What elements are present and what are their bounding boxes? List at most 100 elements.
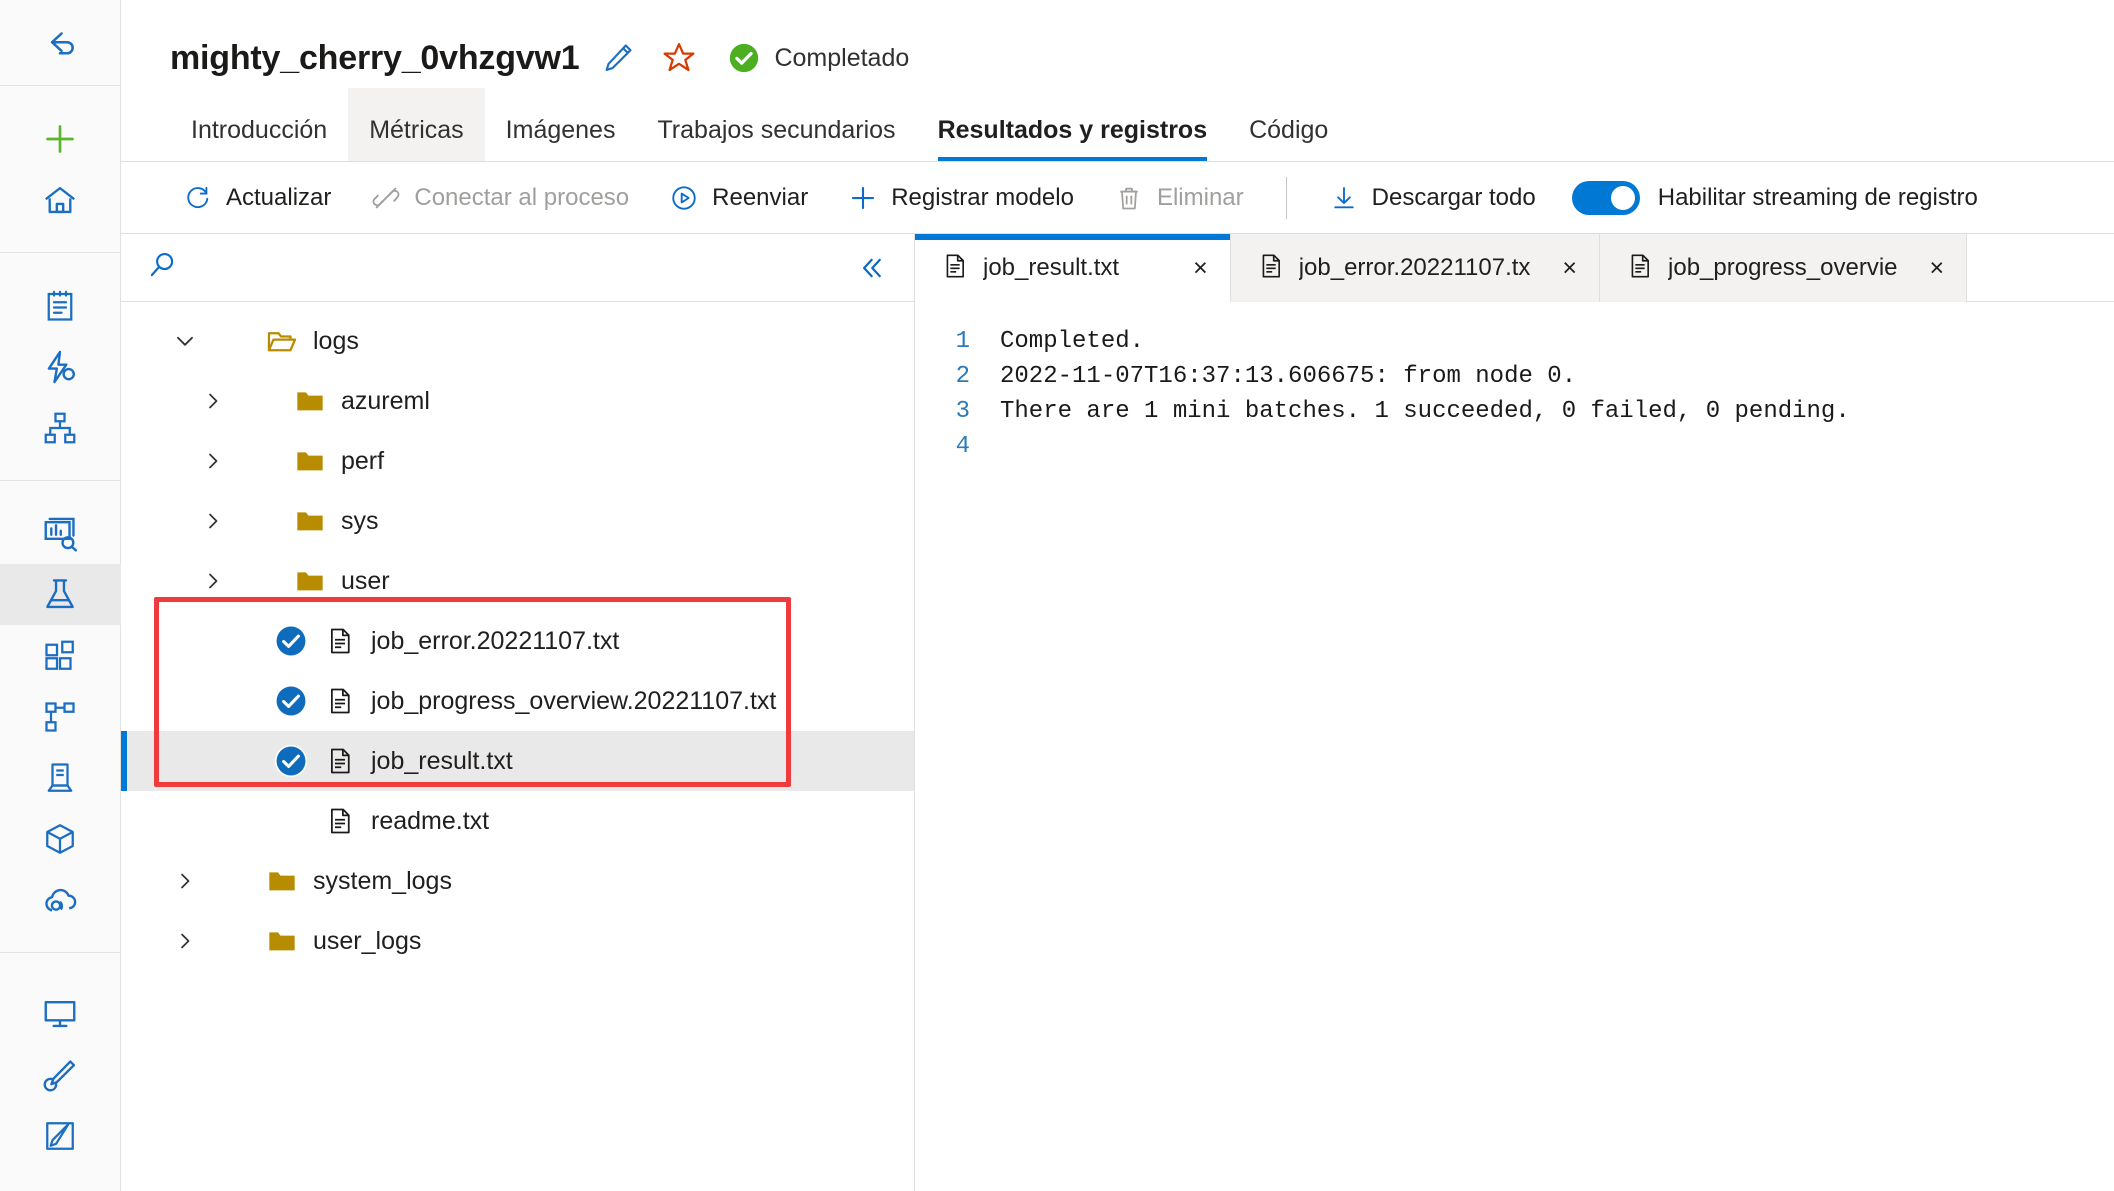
endpoints-cloud-icon[interactable] [0, 869, 121, 930]
environments-icon[interactable] [0, 747, 121, 808]
notebooks-icon[interactable] [0, 275, 121, 336]
file-checkbox-checked[interactable] [265, 684, 317, 718]
register-model-label: Registrar modelo [891, 183, 1074, 211]
line-text: There are 1 mini batches. 1 succeeded, 0… [1000, 398, 1850, 425]
automated-ml-icon[interactable] [0, 336, 121, 397]
folder-icon [287, 385, 333, 417]
data-monitor-icon[interactable] [0, 503, 121, 564]
designer-icon[interactable] [0, 397, 121, 458]
double-chevron-left-icon[interactable] [844, 253, 886, 283]
chevron-right-icon[interactable] [163, 929, 207, 953]
download-all-button[interactable]: Descargar todo [1309, 172, 1556, 224]
chevron-right-icon[interactable] [163, 869, 207, 893]
tree-node-job-progress-overview[interactable]: job_progress_overview.20221107.txt [121, 671, 914, 731]
tree-node-label: user [341, 566, 390, 595]
tree-node-logs[interactable]: logs [121, 311, 914, 371]
chevron-right-icon[interactable] [191, 389, 235, 413]
delete-label: Eliminar [1156, 183, 1244, 211]
tree-node-azureml[interactable]: azureml [121, 371, 914, 431]
home-icon[interactable] [0, 169, 121, 230]
line-number: 2 [955, 363, 970, 390]
jobs-flask-icon[interactable] [0, 564, 121, 625]
refresh-icon [183, 183, 213, 213]
file-checkbox-checked[interactable] [265, 744, 317, 778]
log-content: 1 Completed. 2 2022-11-07T16:37:13.60667… [915, 302, 2114, 1191]
tab-trabajos-secundarios[interactable]: Trabajos secundarios [636, 88, 916, 162]
tree-node-label: job_result.txt [371, 746, 513, 775]
delete-button[interactable]: Eliminar [1094, 172, 1264, 224]
tree-node-system-logs[interactable]: system_logs [121, 851, 914, 911]
tree-node-label: user_logs [313, 926, 422, 955]
close-icon[interactable]: × [1133, 255, 1208, 281]
tab-label: Introducción [191, 116, 328, 144]
log-viewer-panel: job_result.txt × job_error.20221107.tx × [915, 234, 2114, 1191]
folder-icon [287, 445, 333, 477]
search-input[interactable] [195, 253, 844, 282]
log-line: 4 [915, 429, 2114, 464]
close-icon[interactable]: × [1912, 255, 1945, 281]
page-header: mighty_cherry_0vhzgvw1 Completado [121, 0, 2114, 88]
tab-imagenes[interactable]: Imágenes [485, 88, 637, 162]
folder-icon [259, 865, 305, 897]
back-arrow-icon[interactable] [0, 12, 121, 73]
models-cube-icon[interactable] [0, 808, 121, 869]
play-circle-icon [669, 183, 699, 213]
command-bar: Actualizar Conectar al proceso Reenviar … [121, 162, 2114, 234]
add-new-icon[interactable] [0, 108, 121, 169]
file-tab-job-error[interactable]: job_error.20221107.tx × [1230, 234, 1601, 302]
text-file-icon [317, 626, 363, 656]
file-tree: logs azureml perf sys user job_error.202… [121, 302, 914, 1191]
file-tab-job-progress-overview[interactable]: job_progress_overvie × [1600, 234, 1968, 302]
components-icon[interactable] [0, 625, 121, 686]
line-text: Completed. [1000, 328, 1145, 355]
log-line: 3 There are 1 mini batches. 1 succeeded,… [915, 394, 2114, 429]
folder-icon [287, 505, 333, 537]
file-tab-label: job_result.txt [983, 254, 1120, 281]
tab-introduccion[interactable]: Introducción [170, 88, 348, 162]
connect-to-compute-button[interactable]: Conectar al proceso [351, 172, 649, 224]
tree-node-perf[interactable]: perf [121, 431, 914, 491]
log-line: 1 Completed. [915, 324, 2114, 359]
line-number: 4 [955, 433, 970, 460]
chevron-down-icon[interactable] [163, 328, 207, 354]
tab-resultados-y-registros[interactable]: Resultados y registros [917, 88, 1229, 162]
tree-node-job-result[interactable]: job_result.txt [121, 731, 914, 791]
file-tab-job-result[interactable]: job_result.txt × [915, 234, 1231, 302]
file-checkbox-checked[interactable] [265, 624, 317, 658]
toggle-switch[interactable] [1571, 180, 1640, 215]
tab-label: Trabajos secundarios [657, 116, 896, 144]
tab-label: Imágenes [505, 116, 616, 144]
chevron-right-icon[interactable] [191, 569, 235, 593]
file-tab-label: job_error.20221107.tx [1298, 254, 1531, 281]
refresh-button[interactable]: Actualizar [163, 172, 351, 224]
close-icon[interactable]: × [1544, 255, 1577, 281]
tree-node-label: sys [341, 506, 379, 535]
toggle-knob [1610, 185, 1635, 210]
resubmit-button[interactable]: Reenviar [649, 172, 828, 224]
file-tree-panel: logs azureml perf sys user job_error.202… [121, 234, 915, 1191]
chevron-right-icon[interactable] [191, 449, 235, 473]
tree-node-readme[interactable]: readme.txt [121, 791, 914, 851]
tab-label: Métricas [369, 116, 464, 144]
tree-node-user[interactable]: user [121, 551, 914, 611]
compute-monitor-icon[interactable] [0, 983, 121, 1044]
tree-node-label: azureml [341, 386, 430, 415]
tabs-baseline [121, 161, 2114, 162]
data-labeling-icon[interactable] [0, 1044, 121, 1105]
register-model-button[interactable]: Registrar modelo [828, 172, 1094, 224]
pipelines-icon[interactable] [0, 686, 121, 747]
tree-node-user-logs[interactable]: user_logs [121, 911, 914, 971]
tree-node-label: logs [313, 326, 359, 355]
pencil-icon[interactable] [601, 41, 635, 75]
log-streaming-toggle[interactable]: Habilitar streaming de registro [1556, 180, 1994, 215]
tab-metricas[interactable]: Métricas [348, 88, 485, 162]
tab-codigo[interactable]: Código [1228, 88, 1349, 162]
linked-services-icon[interactable] [0, 1105, 121, 1166]
tree-node-sys[interactable]: sys [121, 491, 914, 551]
folder-icon [259, 925, 305, 957]
chevron-right-icon[interactable] [191, 509, 235, 533]
status-badge: Completado [727, 41, 909, 75]
tree-node-job-error[interactable]: job_error.20221107.txt [121, 611, 914, 671]
star-icon[interactable] [661, 40, 697, 76]
file-tab-label: job_progress_overvie [1668, 254, 1898, 281]
